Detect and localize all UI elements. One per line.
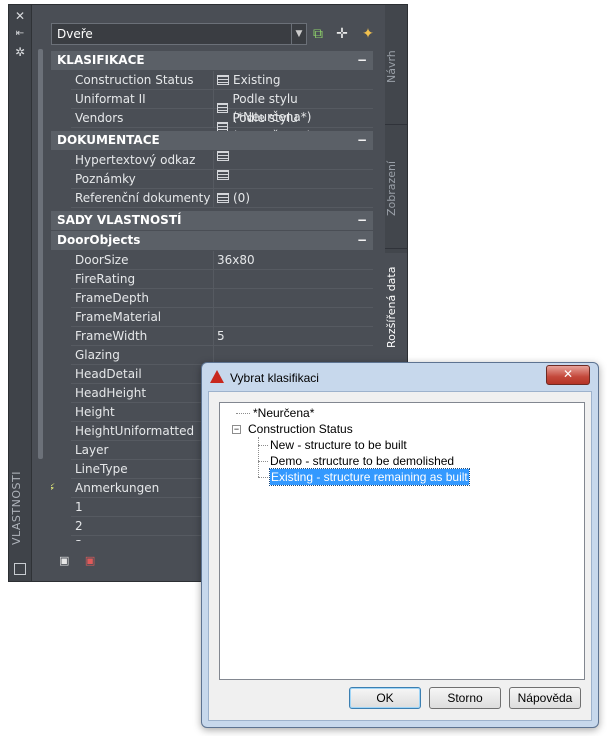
property-row[interactable]: Hypertextový odkaz bbox=[71, 151, 373, 170]
property-row[interactable]: FrameMaterial bbox=[71, 308, 373, 327]
property-row[interactable]: FrameWidth 5 bbox=[71, 327, 373, 346]
tree-node-group[interactable]: Construction Status bbox=[248, 421, 353, 437]
dialog-title: Vybrat klasifikaci bbox=[230, 371, 319, 385]
property-name: FrameDepth bbox=[75, 291, 149, 305]
property-value: 5 bbox=[217, 329, 225, 343]
property-name: HeadDetail bbox=[75, 367, 142, 381]
tab-rozsirena-data[interactable]: Rozšířená data bbox=[385, 253, 407, 363]
property-name: DoorSize bbox=[75, 253, 129, 267]
vertical-scrollbar[interactable] bbox=[38, 49, 43, 459]
cancel-button[interactable]: Storno bbox=[429, 687, 501, 709]
collapse-icon[interactable]: − bbox=[357, 231, 367, 250]
close-icon[interactable]: ✕ bbox=[13, 9, 27, 23]
property-name: HeightUniformatted bbox=[75, 424, 195, 438]
property-row[interactable]: Uniformat II Podle stylu (*Neurčena*) bbox=[71, 90, 373, 124]
property-name: 3 bbox=[75, 536, 83, 541]
tab-zobrazeni[interactable]: Zobrazení bbox=[385, 129, 407, 249]
section-sady-vlastnosti[interactable]: SADY VLASTNOSTÍ − bbox=[51, 211, 373, 230]
palette-titlebar: ✕ ⇤ ✲ VLASTNOSTI bbox=[9, 5, 32, 581]
property-row[interactable]: Poznámky bbox=[71, 170, 373, 189]
property-name: Uniformat II bbox=[75, 92, 146, 106]
property-value: (0) bbox=[233, 191, 250, 205]
pickadd-icon[interactable]: ✦ bbox=[359, 25, 377, 43]
list-icon bbox=[217, 75, 229, 85]
section-title: DOKUMENTACE bbox=[57, 133, 160, 147]
section-title: SADY VLASTNOSTÍ bbox=[57, 213, 182, 227]
property-row[interactable]: FireRating bbox=[71, 270, 373, 289]
list-icon bbox=[217, 170, 229, 180]
section-title: DoorObjects bbox=[57, 233, 141, 247]
property-name: Layer bbox=[75, 443, 109, 457]
property-row[interactable]: Referenční dokumenty (0) bbox=[71, 189, 373, 208]
quick-select-icon[interactable]: ⧉ bbox=[309, 25, 327, 43]
remove-property-set-icon[interactable]: ▣ bbox=[85, 554, 99, 567]
property-name: Height bbox=[75, 405, 115, 419]
property-value: Existing bbox=[233, 73, 281, 87]
lightning-icon: ⚡ bbox=[51, 481, 56, 495]
collapse-icon[interactable]: − bbox=[357, 131, 367, 150]
palette-title: VLASTNOSTI bbox=[10, 471, 23, 545]
tree-node-root[interactable]: *Neurčena* bbox=[253, 405, 314, 421]
property-name: LineType bbox=[75, 462, 128, 476]
help-button[interactable]: Nápověda bbox=[509, 687, 581, 709]
property-name: 2 bbox=[75, 519, 83, 533]
object-type-dropdown[interactable]: Dveře ▼ bbox=[51, 23, 307, 45]
section-dokumentace[interactable]: DOKUMENTACE − bbox=[51, 131, 373, 150]
tree-node-existing[interactable]: Existing - structure remaining as built bbox=[269, 468, 470, 486]
property-name: FireRating bbox=[75, 272, 136, 286]
chevron-down-icon[interactable]: ▼ bbox=[291, 24, 306, 44]
select-classification-dialog: Vybrat klasifikaci ✕ *Neurčena* − Constr… bbox=[201, 362, 599, 728]
collapse-icon[interactable]: − bbox=[357, 211, 367, 230]
property-value: 36x80 bbox=[217, 253, 255, 267]
app-logo-icon bbox=[210, 370, 224, 383]
section-doorobjects[interactable]: DoorObjects − bbox=[51, 231, 373, 250]
collapse-icon[interactable]: − bbox=[357, 51, 367, 70]
autohide-icon[interactable]: ⇤ bbox=[13, 27, 27, 41]
settings-icon[interactable]: ✲ bbox=[13, 45, 27, 59]
property-name: 1 bbox=[75, 500, 83, 514]
property-name: FrameMaterial bbox=[75, 310, 162, 324]
palette-menu-icon[interactable] bbox=[14, 563, 26, 575]
property-row[interactable]: FrameDepth bbox=[71, 289, 373, 308]
dialog-client: *Neurčena* − Construction Status New - s… bbox=[208, 391, 592, 721]
property-name: Construction Status bbox=[75, 73, 194, 87]
section-title: KLASIFIKACE bbox=[57, 53, 145, 67]
property-name: Referenční dokumenty bbox=[75, 191, 211, 205]
object-type-value: Dveře bbox=[57, 27, 93, 41]
property-row[interactable]: DoorSize 36x80 bbox=[71, 251, 373, 270]
close-button[interactable]: ✕ bbox=[546, 365, 590, 385]
property-row[interactable]: Construction Status Existing bbox=[71, 71, 373, 90]
select-objects-icon[interactable]: ✛ bbox=[333, 25, 351, 43]
list-icon bbox=[217, 151, 229, 161]
tab-navrh[interactable]: Návrh bbox=[385, 9, 407, 125]
tree-node-new[interactable]: New - structure to be built bbox=[270, 437, 407, 453]
property-name: Hypertextový odkaz bbox=[75, 153, 196, 167]
add-property-set-icon[interactable]: ▣ bbox=[59, 554, 73, 567]
property-row[interactable]: Vendors Podle stylu (*Neurčena*) bbox=[71, 109, 373, 143]
collapse-tree-icon[interactable]: − bbox=[232, 425, 241, 434]
ok-button[interactable]: OK bbox=[349, 687, 421, 709]
property-name: Anmerkungen bbox=[75, 481, 160, 495]
property-name: FrameWidth bbox=[75, 329, 148, 343]
classification-tree[interactable]: *Neurčena* − Construction Status New - s… bbox=[219, 402, 585, 680]
property-name: Vendors bbox=[75, 111, 124, 125]
list-icon bbox=[217, 193, 229, 203]
tree-node-demo[interactable]: Demo - structure to be demolished bbox=[270, 453, 454, 469]
section-klasifikace[interactable]: KLASIFIKACE − bbox=[51, 51, 373, 70]
property-name: HeadHeight bbox=[75, 386, 147, 400]
bottom-toolbar: ▣ ▣ bbox=[59, 553, 107, 567]
property-name: Glazing bbox=[75, 348, 120, 362]
property-name: Poznámky bbox=[75, 172, 136, 186]
